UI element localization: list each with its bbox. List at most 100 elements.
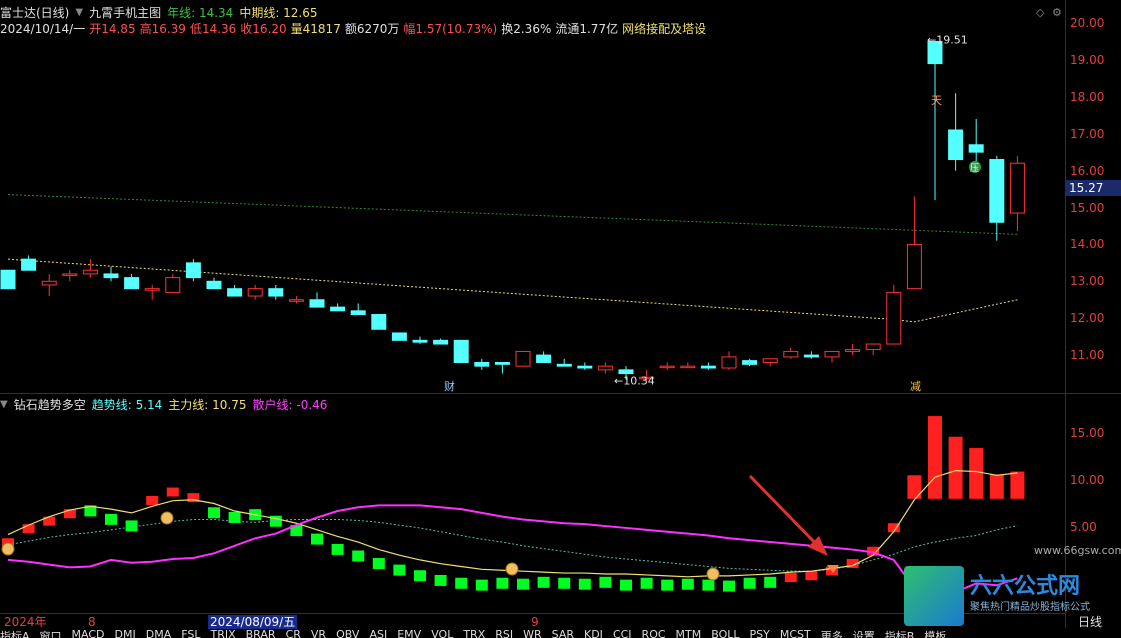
price-tick-label: 20.00: [1070, 16, 1105, 30]
indicator-tab[interactable]: KDJ: [584, 628, 603, 638]
candle-body: [371, 314, 387, 330]
event-label: 减: [910, 380, 921, 393]
indicator-tab[interactable]: DMI: [115, 628, 136, 638]
candle-body: [618, 369, 634, 375]
candle-body: [762, 358, 778, 363]
price-tick-label: 13.00: [1070, 274, 1105, 289]
candle-body: [886, 291, 902, 345]
indicator-bar: [166, 487, 179, 497]
indicator-tab[interactable]: 指标B: [885, 628, 915, 638]
indicator-tab[interactable]: FSL: [181, 628, 200, 638]
candle-body: [845, 349, 861, 352]
indicator-bar: [311, 533, 323, 545]
indicator-tab[interactable]: ASI: [369, 628, 387, 638]
indicator-title[interactable]: 钻石趋势多空: [14, 398, 86, 412]
candle-body: [62, 273, 78, 276]
candle-body: [288, 299, 304, 302]
candle-body: [227, 288, 243, 297]
year-line: [7, 194, 1018, 235]
x-label-aug: 8: [88, 615, 96, 629]
indicator-tick-label: 5.00: [1070, 520, 1097, 534]
indicator-tick-label: 10.00: [1070, 473, 1105, 487]
indicator-tab[interactable]: OBV: [336, 628, 359, 638]
indicator-tick-label: 15.00: [1070, 426, 1105, 440]
indicator-tab[interactable]: CCI: [613, 628, 632, 638]
indicator-tab[interactable]: 模板: [924, 628, 946, 638]
candle-body: [906, 243, 922, 290]
candle-body: [989, 159, 1005, 223]
indicator-tab[interactable]: BOLL: [711, 628, 739, 638]
price-tick-label: 15.00: [1070, 200, 1105, 215]
candle-body: [865, 343, 881, 351]
indicator-tab[interactable]: TRX: [463, 628, 485, 638]
indicator-tab[interactable]: ROC: [642, 628, 666, 638]
current-price-tag: 15.27: [1066, 180, 1121, 196]
indicator-tab[interactable]: VOL: [431, 628, 453, 638]
candle-body: [165, 277, 181, 293]
candle-body: [412, 339, 428, 343]
candle-body: [124, 277, 140, 290]
candle-body: [185, 262, 201, 279]
retail-line: [7, 504, 1018, 604]
indicator-tab[interactable]: 更多: [821, 628, 843, 638]
indicator-tab[interactable]: 窗口: [40, 628, 62, 638]
indicator-bar: [620, 579, 632, 591]
candle-body: [494, 361, 510, 365]
price-chart[interactable]: ←19.51 ←10.34 财 减 天压: [0, 0, 1121, 638]
indicator-bar: [1010, 471, 1025, 499]
price-tick-label: 11.00: [1070, 348, 1105, 363]
watermark-site: www.66gsw.com: [1034, 544, 1121, 557]
indicator-tab[interactable]: SAR: [552, 628, 574, 638]
price-tick-label: 19.00: [1070, 52, 1105, 67]
indicator-bar: [393, 564, 406, 576]
indicator-bar: [496, 577, 509, 589]
indicator-tab[interactable]: MACD: [72, 628, 105, 638]
indicator-bar: [640, 577, 653, 589]
price-tick-label: 16.00: [1070, 163, 1105, 178]
retail-label: 散户线: -0.46: [252, 398, 328, 412]
indicator-tab[interactable]: BRAR: [246, 628, 276, 638]
candle-body: [659, 365, 675, 369]
indicator-tab[interactable]: 设置: [853, 628, 875, 638]
annotation-mark: 压: [970, 163, 979, 174]
candle-body: [474, 361, 490, 367]
indicator-tab[interactable]: RSI: [495, 628, 513, 638]
indicator-tab[interactable]: 指标A: [0, 628, 30, 638]
indicator-tab[interactable]: DMA: [146, 628, 172, 638]
candle-body: [721, 356, 737, 369]
candle-body: [309, 299, 325, 308]
indicator-tab-bar: 指标A 窗口 MACD DMI DMA FSL TRIX BRAR CR VR OBV ASI EMV V…: [0, 628, 1121, 638]
buy-signal-icon: [505, 562, 519, 576]
indicator-tab[interactable]: WR: [523, 628, 542, 638]
indicator-tab[interactable]: MCST: [780, 628, 811, 638]
buy-signal-icon: [1, 542, 15, 556]
indicator-bar: [558, 577, 571, 589]
indicator-bar: [125, 520, 138, 532]
indicator-bar: [784, 573, 797, 583]
indicator-bar: [661, 579, 674, 591]
indicator-bar: [517, 578, 529, 590]
indicator-bar: [681, 578, 694, 590]
price-y-axis: 20.00 19.00 18.00 17.00 16.00 15.00 14.00 13.00…: [1066, 0, 1121, 393]
indicator-header: ▼ 钻石趋势多空 趋势线: 5.14 主力线: 10.75 散户线: -0.46: [0, 397, 327, 413]
logo-icon: [904, 566, 964, 626]
indicator-bar: [928, 416, 942, 499]
annotation-arrow: [748, 474, 822, 550]
indicator-bar: [599, 576, 612, 588]
candle-body: [453, 339, 469, 363]
indicator-tab[interactable]: MTM: [676, 628, 702, 638]
indicator-bar: [208, 507, 220, 519]
indicator-tab[interactable]: TRIX: [210, 628, 235, 638]
high-price-marker: ←19.51: [927, 33, 968, 46]
trend-label: 趋势线: 5.14: [91, 398, 163, 412]
candle-body: [824, 350, 840, 358]
indicator-tab[interactable]: EMV: [397, 628, 421, 638]
indicator-tab[interactable]: PSY: [750, 628, 770, 638]
indicator-tab[interactable]: CR: [286, 628, 301, 638]
candle-body: [268, 288, 284, 297]
collapse-icon[interactable]: ▼: [0, 398, 8, 412]
candle-body: [968, 144, 984, 153]
indicator-bar: [907, 475, 922, 499]
price-tick-label: 14.00: [1070, 237, 1105, 252]
indicator-tab[interactable]: VR: [311, 628, 326, 638]
